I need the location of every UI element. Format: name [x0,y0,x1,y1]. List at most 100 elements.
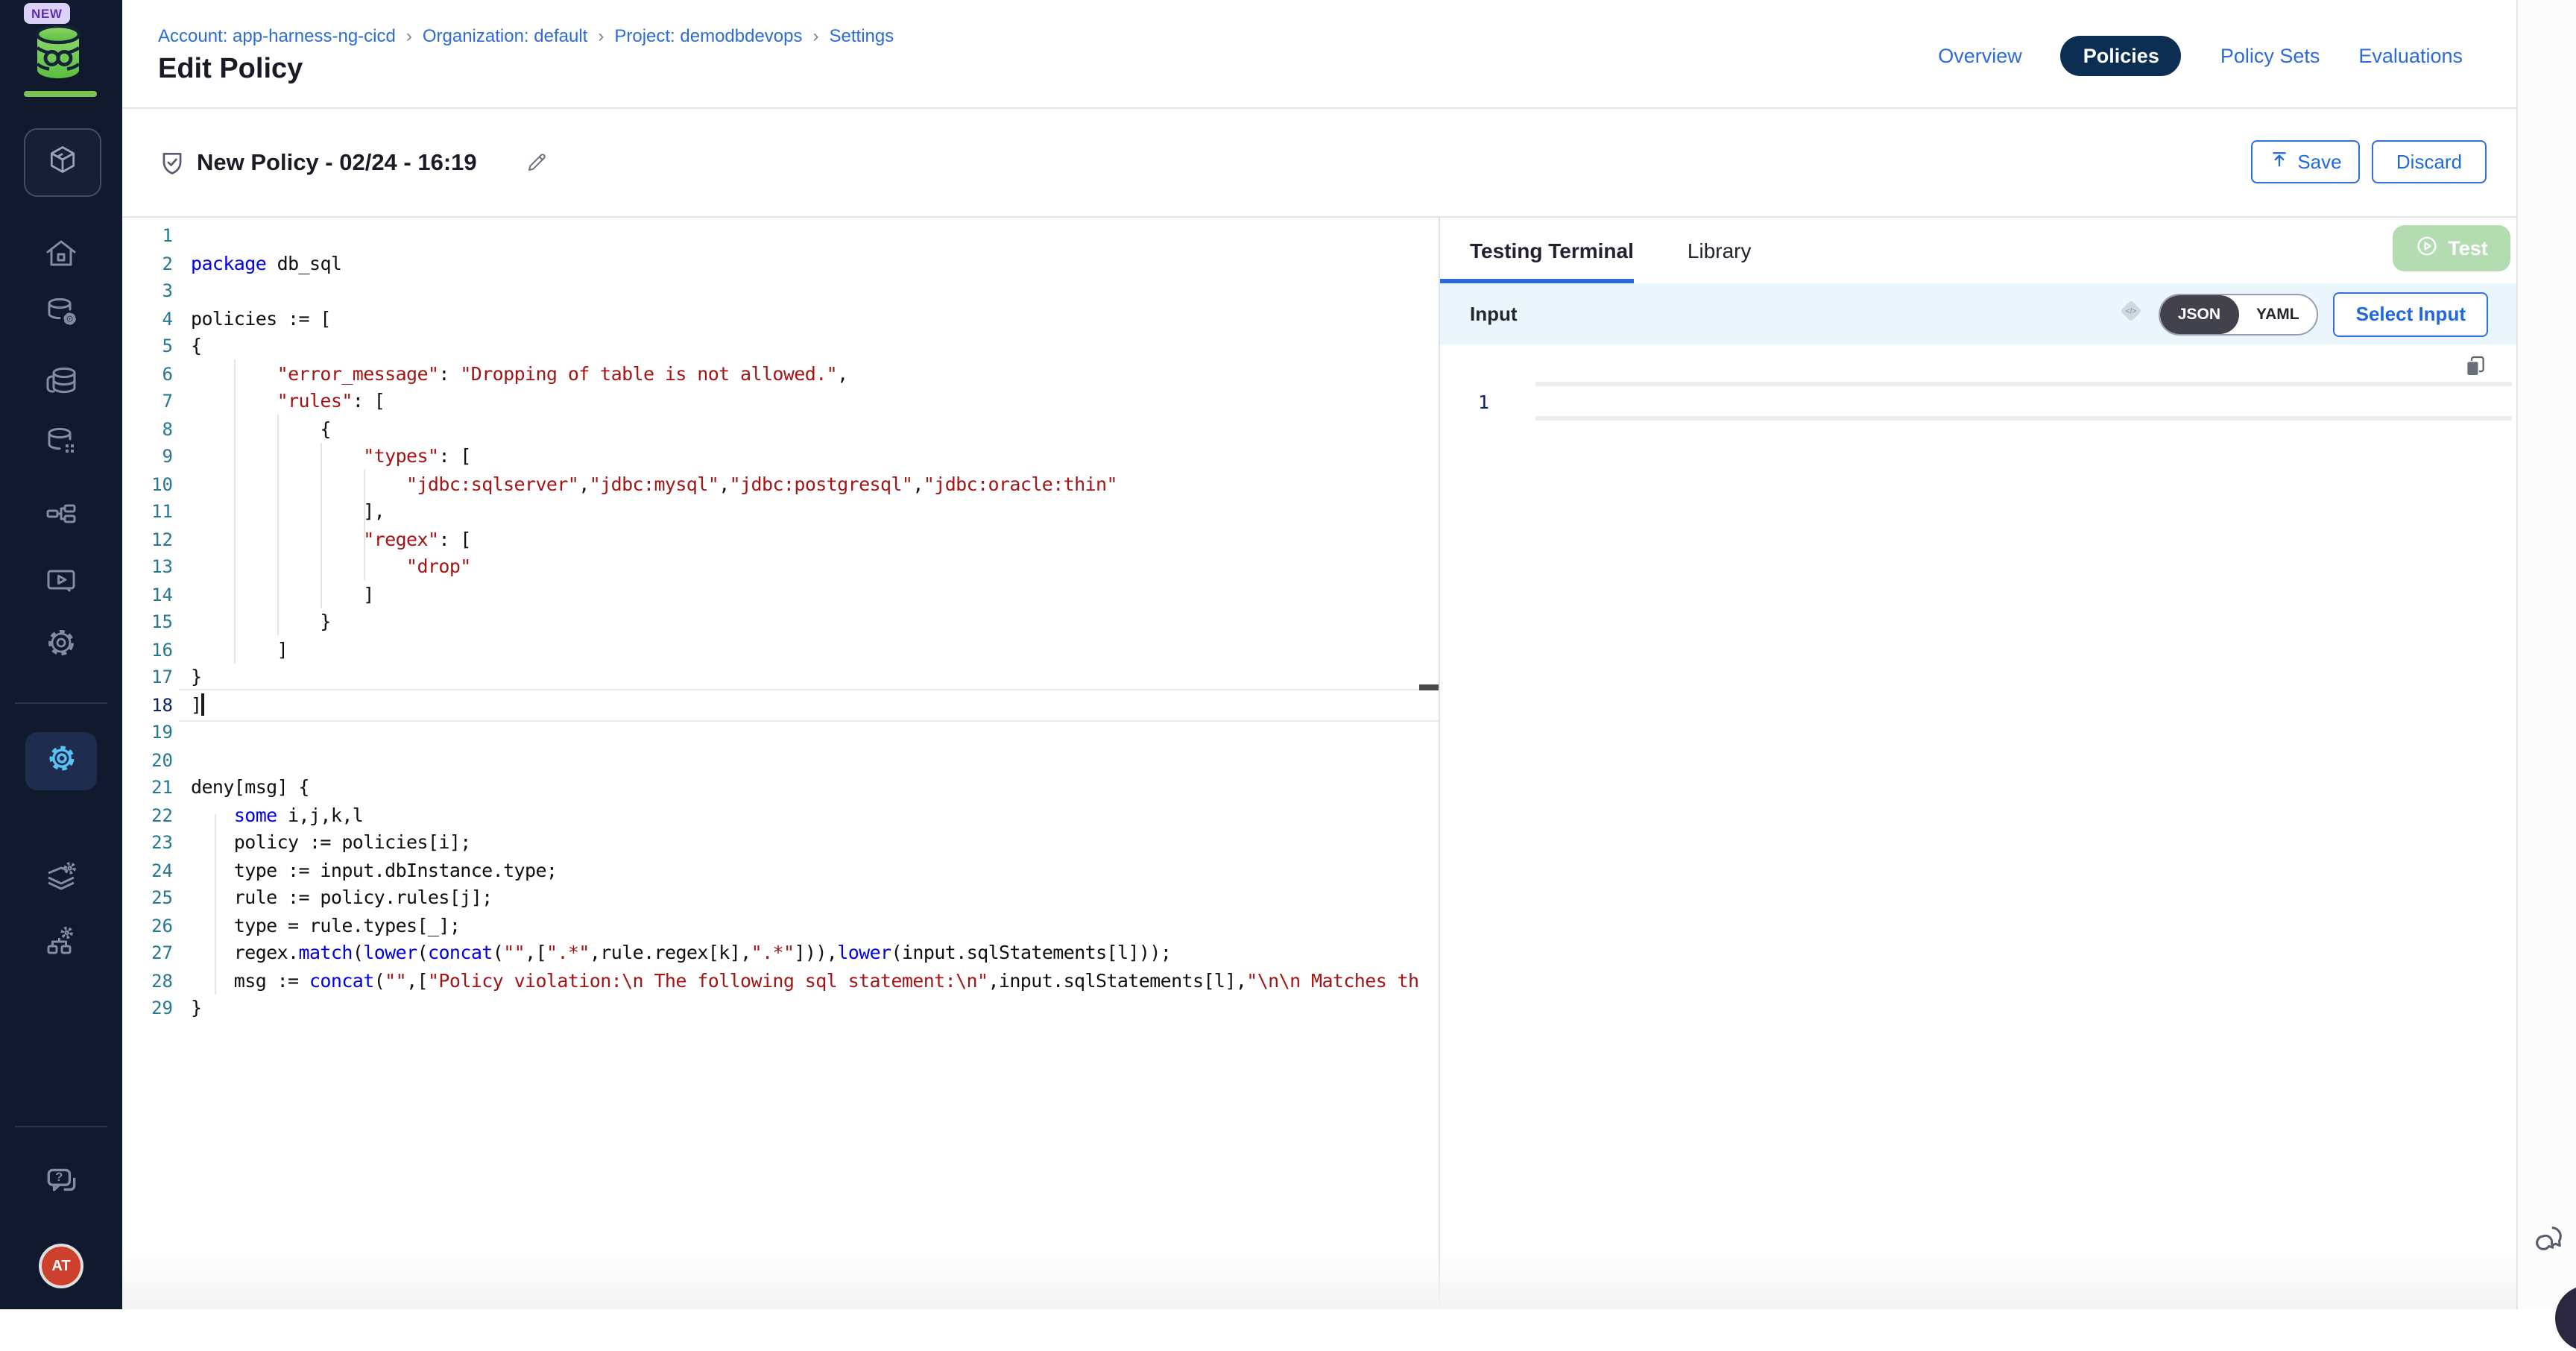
input-section-header: Input </> JSON YAML Select Input [1440,283,2516,344]
database-stack-icon [43,362,79,406]
text-cursor [201,693,203,715]
code-line: 20 [122,746,1439,774]
tab-policy-sets[interactable]: Policy Sets [2220,45,2320,67]
code-line: 17} [122,664,1439,691]
code-line: 26 type = rule.types[_]; [122,912,1439,939]
gear-icon [43,625,79,668]
code-line: 1 [122,222,1439,250]
tab-overview[interactable]: Overview [1938,45,2022,67]
sidebar-item-help[interactable]: ? [0,1163,122,1208]
play-circle-icon [2415,234,2439,262]
sidebar-module-selector[interactable] [24,128,101,197]
sidebar-divider-bottom [15,1126,107,1127]
edit-name-icon[interactable] [525,151,549,182]
tab-testing-terminal[interactable]: Testing Terminal [1470,239,1634,262]
code-line: 25 rule := policy.rules[j]; [122,884,1439,912]
breadcrumb-separator: › [598,25,604,46]
code-line: 27 regex.match(lower(concat("",[".*",rul… [122,939,1439,967]
shield-check-icon [158,149,186,185]
breadcrumb: Account: app-harness-ng-cicd › Organizatio… [158,25,894,46]
breadcrumb-project[interactable]: Project: demodbdevops [614,25,802,46]
svg-text:</>: </> [2126,306,2137,315]
code-line: 19 [122,719,1439,746]
chat-bubbles-icon[interactable] [2531,1223,2566,1265]
upload-icon [2269,149,2290,174]
code-line: 15 } [122,608,1439,636]
terminal-tabs: Testing Terminal Library [1440,218,2516,283]
breadcrumb-settings[interactable]: Settings [830,25,894,46]
home-icon [43,236,79,279]
code-line: 16 ] [122,636,1439,664]
code-line: 22 some i,j,k,l [122,802,1439,829]
policy-nav-tabs: Overview Policies Policy Sets Evaluation… [1938,36,2463,76]
sidebar-item-executions[interactable] [0,562,122,605]
sidebar-divider [15,702,107,704]
code-line: 6 "error_message": "Dropping of table is… [122,360,1439,388]
tab-library[interactable]: Library [1688,239,1752,262]
sidebar-item-db-schemas[interactable] [0,423,122,467]
code-line: 14 ] [122,581,1439,608]
sidebar-item-db-instances[interactable] [0,294,122,337]
sidebar: NEW [0,0,122,1309]
layers-gear-icon [43,859,79,902]
breadcrumb-separator: › [813,25,819,46]
toggle-yaml[interactable]: YAML [2238,295,2317,333]
harness-policy-editor-page: NEW [0,0,2576,1309]
right-rail [2516,0,2576,1309]
save-button[interactable]: Save [2251,140,2360,183]
database-grid-icon [43,423,79,467]
header-divider [122,107,2516,109]
sidebar-item-infra-settings[interactable] [0,923,122,966]
code-line: 3 [122,277,1439,305]
test-input-editor[interactable]: 1 [1440,382,2516,421]
code-diamond-icon: </> [2117,296,2145,332]
input-line-number: 1 [1440,390,1489,412]
select-input-button[interactable]: Select Input [2334,292,2488,336]
breadcrumb-organization[interactable]: Organization: default [423,25,588,46]
code-line: 21deny[msg] { [122,774,1439,802]
code-line: 24 type := input.dbInstance.type; [122,857,1439,884]
format-toggle: JSON YAML [2159,293,2319,335]
hierarchy-gear-icon [43,923,79,966]
pipeline-flow-icon [43,498,79,541]
database-gear-icon [43,294,79,337]
code-line: 13 "drop" [122,553,1439,581]
tab-evaluations[interactable]: Evaluations [2358,45,2463,67]
breadcrumb-separator: › [406,25,412,46]
play-screen-icon [43,562,79,605]
code-line: 12 "regex": [ [122,526,1439,553]
code-line: 18] [122,691,1439,719]
sidebar-item-settings-active[interactable] [25,732,97,790]
policy-code-editor[interactable]: 12package db_sql34policies := [5{6 "erro… [122,218,1439,1309]
sidebar-item-layers-settings[interactable] [0,859,122,902]
user-avatar[interactable]: AT [42,1247,80,1285]
sidebar-item-databases[interactable] [0,362,122,406]
code-line: 5{ [122,333,1439,360]
tab-policies[interactable]: Policies [2061,36,2182,76]
code-line: 7 "rules": [ [122,388,1439,415]
overview-ruler-mark [1419,684,1439,690]
code-line: 29} [122,995,1439,1022]
code-line: 11 ], [122,498,1439,526]
testing-terminal-panel: Testing Terminal Library Test Input </> … [1440,218,2516,1309]
toggle-json[interactable]: JSON [2160,295,2238,333]
help-chat-icon: ? [42,1163,80,1208]
code-lines: 12package db_sql34policies := [5{6 "erro… [122,222,1439,1022]
input-label: Input [1470,303,2117,325]
sidebar-item-pipelines[interactable] [0,498,122,541]
test-button[interactable]: Test [2393,225,2510,271]
code-line: 28 msg := concat("",["Policy violation:\… [122,967,1439,995]
code-line: 9 "types": [ [122,443,1439,470]
policy-name: New Policy - 02/24 - 16:19 [197,151,477,177]
new-badge: NEW [24,3,69,24]
code-line: 23 policy := policies[i]; [122,829,1439,857]
code-line: 8 { [122,415,1439,443]
breadcrumb-account[interactable]: Account: app-harness-ng-cicd [158,25,396,46]
sidebar-item-home[interactable] [0,236,122,279]
discard-button[interactable]: Discard [2372,140,2487,183]
input-current-line [1535,382,2512,421]
sidebar-item-settings-gray[interactable] [0,625,122,668]
logo-underline [24,91,97,97]
page-title: Edit Policy [158,54,303,86]
dbdevops-logo-icon[interactable] [31,24,85,88]
